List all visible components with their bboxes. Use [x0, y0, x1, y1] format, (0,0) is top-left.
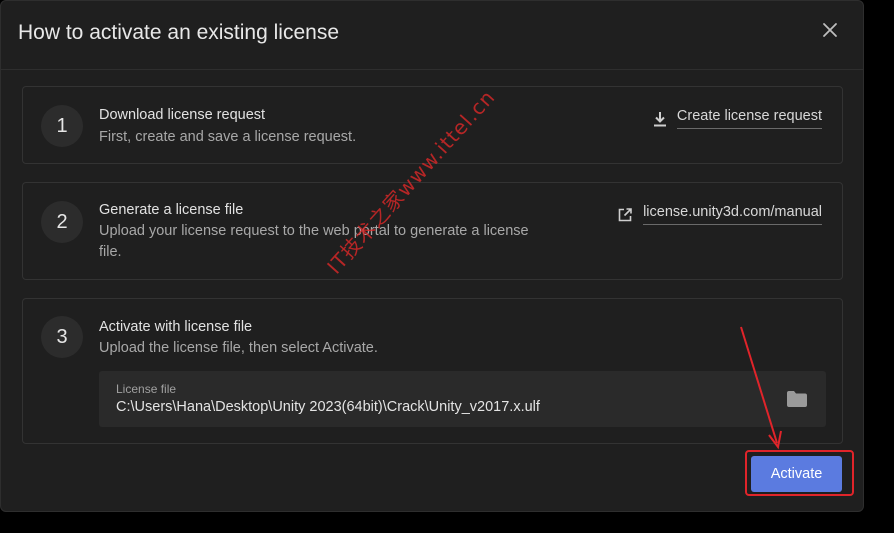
step-number: 1 — [41, 105, 83, 147]
download-icon — [653, 111, 666, 126]
step-number: 2 — [41, 201, 83, 243]
license-file-input[interactable]: License file C:\Users\Hana\Desktop\Unity… — [99, 371, 826, 427]
dialog-header: How to activate an existing license — [1, 1, 863, 70]
license-file-label: License file — [116, 382, 177, 396]
external-link-icon — [618, 207, 632, 221]
step-title: Activate with license file — [99, 319, 253, 335]
license-file-path: C:\Users\Hana\Desktop\Unity 2023(64bit)\… — [116, 399, 540, 415]
folder-icon — [787, 391, 807, 407]
close-icon — [823, 23, 837, 37]
license-portal-link[interactable]: license.unity3d.com/manual — [617, 204, 822, 225]
step-description: Upload the license file, then select Act… — [99, 340, 378, 356]
create-license-request-label: Create license request — [676, 108, 822, 129]
step-generate-license-file: 2 Generate a license file Upload your li… — [22, 182, 843, 280]
step-title: Download license request — [99, 107, 266, 123]
close-button[interactable] — [819, 19, 841, 41]
step-activate-with-license-file: 3 Activate with license file Upload the … — [22, 298, 843, 444]
step-download-license-request: 1 Download license request First, create… — [22, 86, 843, 164]
step-title: Generate a license file — [99, 202, 244, 218]
step-number: 3 — [41, 316, 83, 358]
step-description: First, create and save a license request… — [99, 129, 357, 145]
activate-button[interactable]: Activate — [751, 456, 842, 492]
step-description: Upload your license request to the web p… — [99, 223, 529, 260]
browse-folder-button[interactable] — [786, 390, 808, 408]
license-portal-link-label: license.unity3d.com/manual — [643, 204, 822, 225]
activate-license-dialog: How to activate an existing license 1 Do… — [0, 0, 864, 512]
create-license-request-button[interactable]: Create license request — [653, 108, 822, 129]
dialog-title: How to activate an existing license — [18, 21, 339, 44]
